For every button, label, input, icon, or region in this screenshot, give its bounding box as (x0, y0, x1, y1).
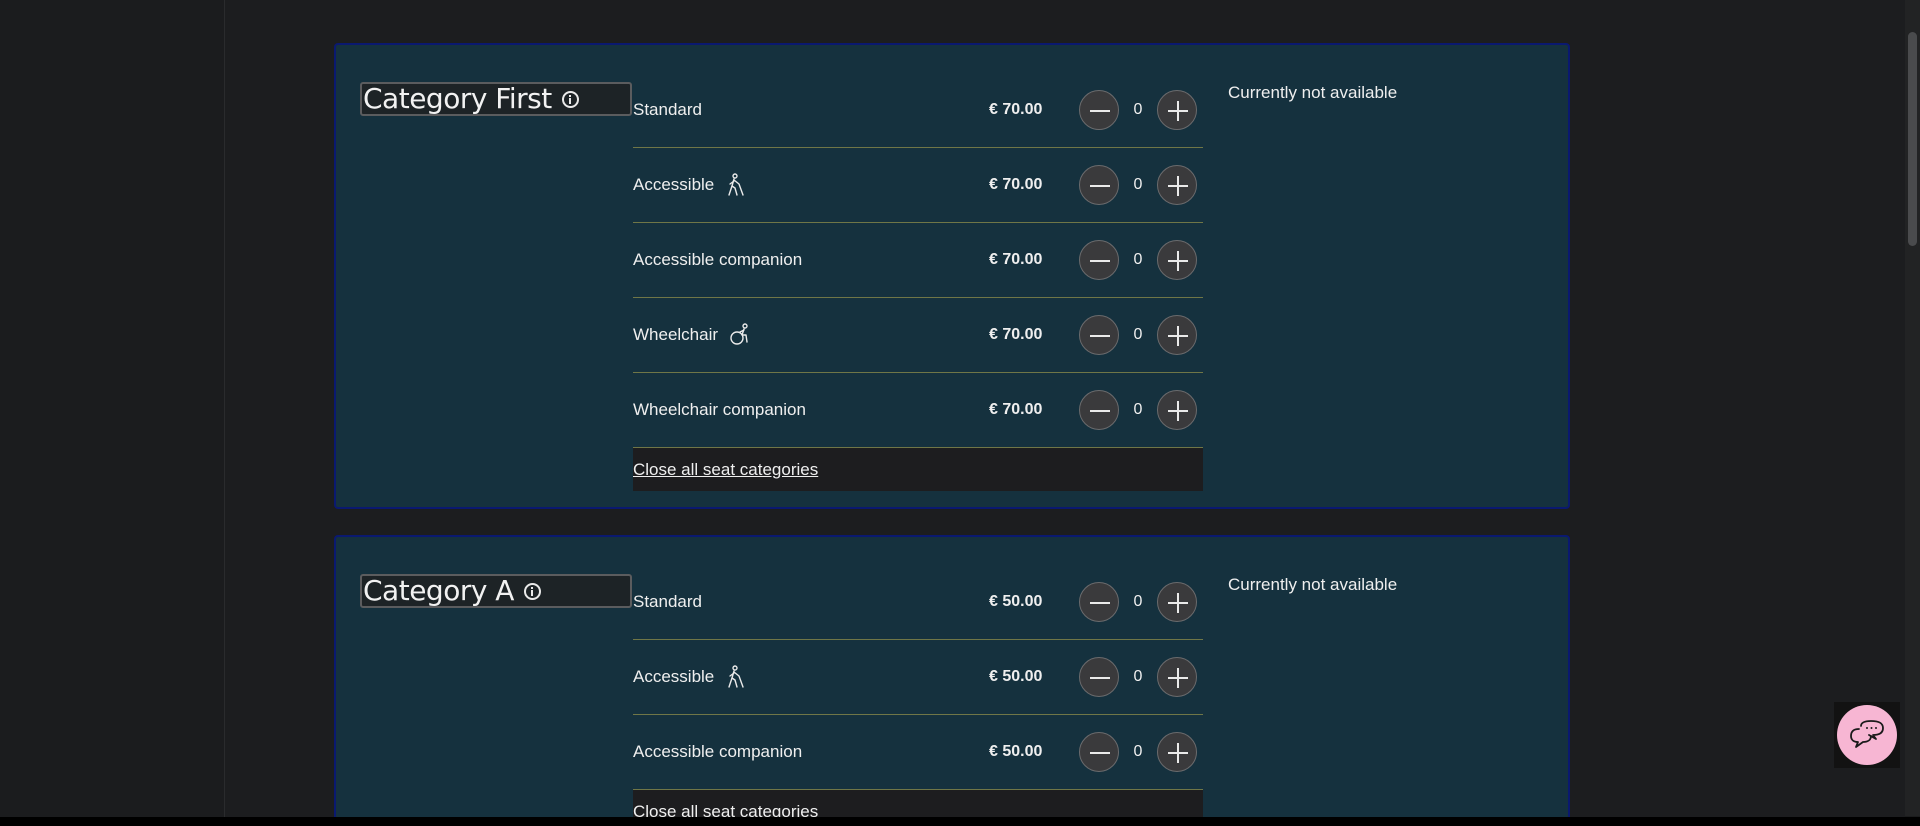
seat-type-row: Accessible € 50.00 0 (633, 640, 1203, 715)
quantity-value: 0 (1133, 101, 1143, 118)
seat-price: € 70.00 (989, 401, 1043, 418)
seat-price: € 50.00 (989, 743, 1043, 760)
seat-price: € 50.00 (989, 593, 1043, 610)
category-title-button[interactable]: Category A (360, 574, 632, 608)
quantity-value: 0 (1133, 251, 1143, 268)
wheelchair-icon (730, 323, 748, 345)
increase-button[interactable] (1157, 582, 1197, 622)
chat-button[interactable] (1837, 705, 1897, 765)
quantity-stepper: 0 (1079, 240, 1203, 282)
close-categories-bar: Close all seat categories (633, 448, 1203, 491)
seat-price: € 70.00 (989, 176, 1043, 193)
quantity-stepper: 0 (1079, 732, 1203, 774)
increase-button[interactable] (1157, 657, 1197, 697)
seat-type-row: Standard € 70.00 0 (633, 73, 1203, 148)
info-icon[interactable] (561, 90, 579, 108)
plus-icon (1177, 176, 1179, 196)
seat-type-row: Accessible companion € 50.00 0 (633, 715, 1203, 790)
seat-category-card-first: Category First Standard € 70.00 0 Access… (334, 43, 1570, 509)
increase-button[interactable] (1157, 165, 1197, 205)
seat-type-row: Standard € 50.00 0 (633, 565, 1203, 640)
decrease-button[interactable] (1079, 240, 1119, 280)
increase-button[interactable] (1157, 732, 1197, 772)
visually-impaired-icon (728, 665, 744, 688)
quantity-value: 0 (1133, 326, 1143, 343)
seat-type-label: Accessible (633, 148, 746, 222)
vertical-scrollbar[interactable] (1905, 0, 1920, 816)
page: Category First Standard € 70.00 0 Access… (0, 0, 1920, 826)
minus-icon (1090, 185, 1110, 187)
minus-icon (1090, 110, 1110, 112)
decrease-button[interactable] (1079, 582, 1119, 622)
category-title-button[interactable]: Category First (360, 82, 632, 116)
info-icon[interactable] (523, 582, 541, 600)
seat-type-label: Wheelchair companion (633, 400, 806, 419)
chat-widget (1834, 702, 1900, 768)
seat-type-row: Wheelchair € 70.00 0 (633, 298, 1203, 373)
close-all-categories-link[interactable]: Close all seat categories (633, 460, 818, 480)
category-title: Category A (363, 574, 514, 607)
seat-type-label: Standard (633, 100, 702, 119)
seat-price: € 70.00 (989, 101, 1043, 118)
decrease-button[interactable] (1079, 90, 1119, 130)
minus-icon (1090, 602, 1110, 604)
minus-icon (1090, 410, 1110, 412)
quantity-stepper: 0 (1079, 657, 1203, 699)
seat-type-row: Accessible € 70.00 0 (633, 148, 1203, 223)
seat-price: € 70.00 (989, 326, 1043, 343)
quantity-stepper: 0 (1079, 90, 1203, 132)
quantity-stepper: 0 (1079, 165, 1203, 207)
quantity-value: 0 (1133, 593, 1143, 610)
chat-bubble-icon (1850, 720, 1884, 748)
increase-button[interactable] (1157, 240, 1197, 280)
plus-icon (1177, 251, 1179, 271)
decrease-button[interactable] (1079, 390, 1119, 430)
minus-icon (1090, 752, 1110, 754)
availability-status: Currently not available (1228, 575, 1398, 594)
quantity-value: 0 (1133, 743, 1143, 760)
quantity-stepper: 0 (1079, 315, 1203, 357)
quantity-value: 0 (1133, 668, 1143, 685)
quantity-value: 0 (1133, 401, 1143, 418)
bottom-edge-bar (0, 817, 1920, 826)
minus-icon (1090, 335, 1110, 337)
increase-button[interactable] (1157, 315, 1197, 355)
seat-price: € 70.00 (989, 251, 1043, 268)
seat-type-list: Standard € 50.00 0 Accessible € 50.00 0 … (633, 565, 1203, 826)
decrease-button[interactable] (1079, 732, 1119, 772)
plus-icon (1177, 401, 1179, 421)
decrease-button[interactable] (1079, 315, 1119, 355)
seat-category-card-a: Category A Standard € 50.00 0 Accessible (334, 535, 1570, 826)
left-gutter (0, 0, 225, 826)
scrollbar-thumb[interactable] (1908, 32, 1917, 246)
increase-button[interactable] (1157, 390, 1197, 430)
seat-type-label: Wheelchair (633, 298, 750, 372)
seat-type-row: Wheelchair companion € 70.00 0 (633, 373, 1203, 448)
plus-icon (1177, 326, 1179, 346)
quantity-stepper: 0 (1079, 582, 1203, 624)
minus-icon (1090, 260, 1110, 262)
seat-type-label: Accessible (633, 640, 746, 714)
category-title: Category First (363, 82, 552, 115)
seat-type-label: Standard (633, 592, 702, 611)
availability-status: Currently not available (1228, 83, 1398, 102)
seat-price: € 50.00 (989, 668, 1043, 685)
plus-icon (1177, 743, 1179, 763)
increase-button[interactable] (1157, 90, 1197, 130)
plus-icon (1177, 668, 1179, 688)
plus-icon (1177, 101, 1179, 121)
seat-type-label: Accessible companion (633, 250, 803, 269)
seat-type-list: Standard € 70.00 0 Accessible € 70.00 0 … (633, 73, 1203, 491)
minus-icon (1090, 677, 1110, 679)
decrease-button[interactable] (1079, 165, 1119, 205)
seat-type-label: Accessible companion (633, 742, 803, 761)
quantity-stepper: 0 (1079, 390, 1203, 432)
seat-type-row: Accessible companion € 70.00 0 (633, 223, 1203, 298)
visually-impaired-icon (728, 173, 744, 196)
quantity-value: 0 (1133, 176, 1143, 193)
plus-icon (1177, 593, 1179, 613)
decrease-button[interactable] (1079, 657, 1119, 697)
